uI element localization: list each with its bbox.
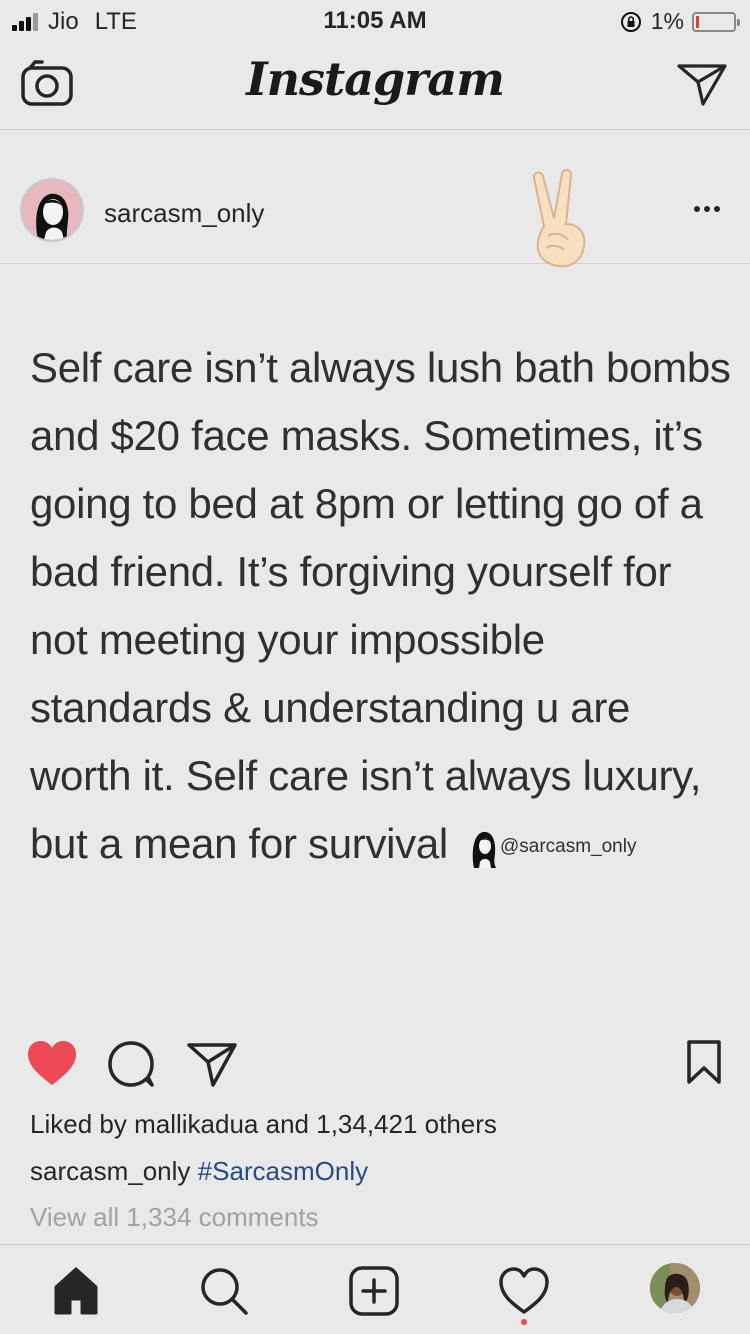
liked-by-user[interactable]: mallikadua <box>134 1109 258 1139</box>
post-actions <box>0 1035 750 1095</box>
view-all-comments-link[interactable]: View all 1,334 comments <box>30 1202 319 1233</box>
profile-avatar[interactable] <box>650 1263 700 1313</box>
caption-username[interactable]: sarcasm_only <box>30 1156 190 1186</box>
caption-hashtag[interactable]: #SarcasmOnly <box>198 1156 369 1186</box>
post-image-text: Self care isn’t always lush bath bombs a… <box>30 334 735 881</box>
girl-illustration-icon <box>472 831 496 868</box>
app-logo: Instagram <box>246 52 505 106</box>
search-icon[interactable] <box>198 1265 250 1317</box>
post-quote: Self care isn’t always lush bath bombs a… <box>30 344 731 867</box>
post-header: sarcasm_only <box>0 160 750 268</box>
post-author-avatar[interactable] <box>20 178 84 242</box>
bottom-tab-bar <box>0 1244 750 1334</box>
like-heart-icon[interactable] <box>26 1039 78 1087</box>
likes-prefix: Liked by <box>30 1109 127 1139</box>
status-right: 1% <box>619 8 740 35</box>
direct-message-icon[interactable] <box>676 60 728 108</box>
profile-photo <box>650 1263 700 1313</box>
peace-hand-emoji <box>532 169 586 268</box>
activity-heart-icon[interactable] <box>498 1265 550 1317</box>
battery-icon <box>692 11 740 32</box>
likes-line: Liked by mallikadua and 1,34,421 others <box>30 1109 497 1140</box>
status-bar: Jio LTE 11:05 AM 1% <box>0 0 750 40</box>
more-options-icon[interactable] <box>694 206 720 212</box>
activity-notification-dot <box>521 1319 527 1325</box>
comment-icon[interactable] <box>106 1039 156 1089</box>
post-watermark: @sarcasm_only <box>468 813 637 881</box>
bookmark-icon[interactable] <box>686 1039 722 1085</box>
battery-fill <box>696 15 699 28</box>
likes-count[interactable]: 1,34,421 others <box>316 1109 497 1139</box>
battery-percent: 1% <box>650 8 684 34</box>
add-post-icon[interactable] <box>348 1265 400 1317</box>
top-nav-bar: Instagram <box>0 40 750 130</box>
home-icon[interactable] <box>50 1265 102 1317</box>
orientation-lock-icon <box>620 11 641 32</box>
likes-and: and <box>265 1109 309 1139</box>
post-author-username[interactable]: sarcasm_only <box>104 198 264 229</box>
watermark-handle: @sarcasm_only <box>499 835 637 857</box>
girl-illustration-icon <box>36 193 69 240</box>
post-caption: sarcasm_only #SarcasmOnly <box>30 1156 368 1187</box>
share-icon[interactable] <box>186 1039 238 1089</box>
